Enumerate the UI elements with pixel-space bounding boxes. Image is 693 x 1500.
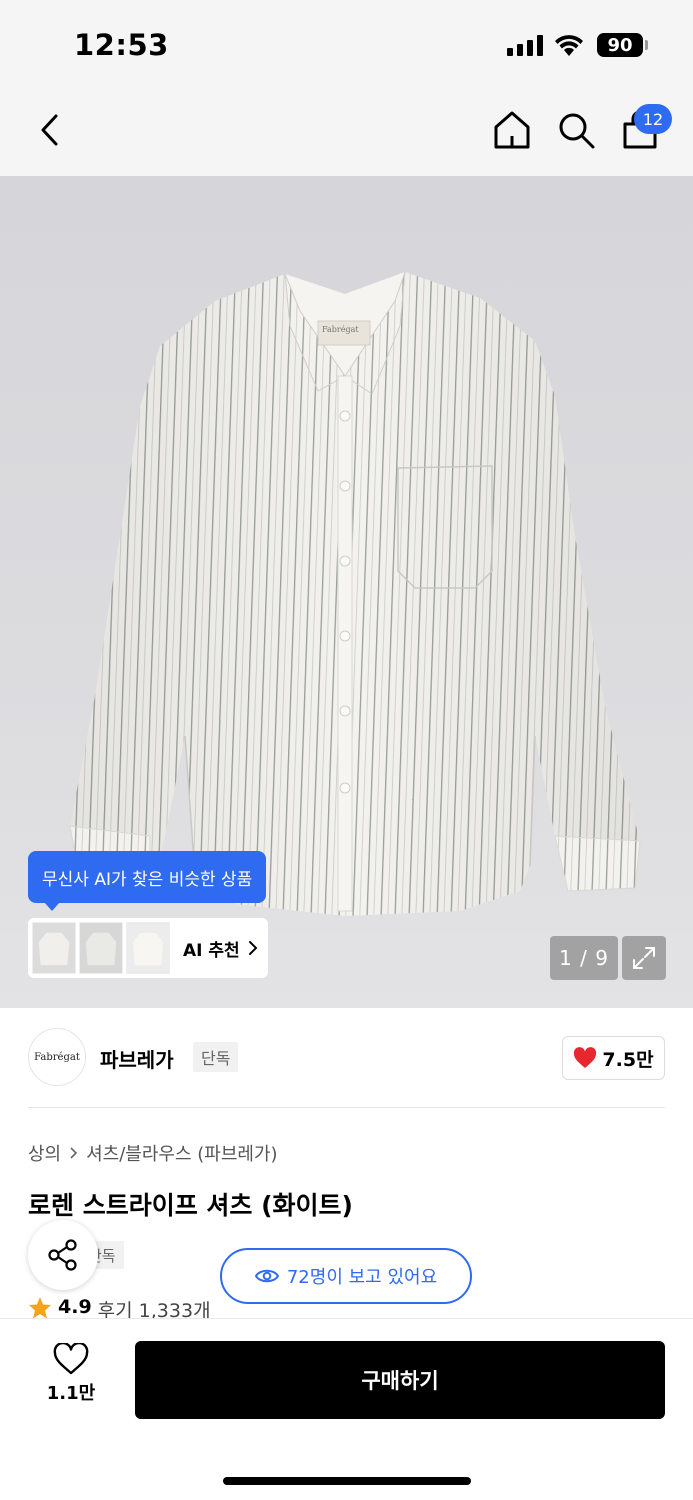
chevron-right-icon — [248, 941, 258, 955]
cellular-signal-icon — [507, 34, 543, 56]
ai-thumbnail-3[interactable] — [126, 922, 170, 974]
status-time: 12:53 — [74, 28, 169, 62]
share-icon — [48, 1239, 77, 1271]
buy-button[interactable]: 구매하기 — [135, 1341, 665, 1419]
divider — [28, 1107, 665, 1108]
wifi-icon — [555, 35, 583, 56]
viewers-text: 72명이 보고 있어요 — [286, 1267, 438, 1288]
star-icon — [29, 1297, 51, 1319]
cart-count-badge: 12 — [634, 104, 672, 134]
shirt-brand-label: Fabrégat — [322, 325, 359, 334]
expand-image-button[interactable] — [622, 936, 666, 980]
heart-icon — [53, 1343, 89, 1375]
breadcrumb-item[interactable]: 셔츠/블라우스 (파브레가) — [86, 1140, 277, 1166]
wishlist-button[interactable]: 1.1만 — [36, 1343, 106, 1423]
wishlist-count: 1.1만 — [46, 1383, 96, 1404]
search-icon[interactable] — [554, 108, 598, 152]
brand-like-button[interactable]: 7.5만 — [562, 1036, 665, 1080]
heart-icon — [574, 1047, 597, 1068]
eye-icon — [254, 1269, 279, 1283]
ai-similar-tooltip[interactable]: 무신사 AI가 찾은 비슷한 상품 — [28, 851, 267, 911]
ai-recommend-label: AI 추천 — [183, 940, 240, 961]
share-button[interactable] — [28, 1220, 98, 1290]
breadcrumb-item[interactable]: 상의 — [28, 1140, 61, 1166]
product-title: 로렌 스트라이프 셔츠 (화이트) — [28, 1191, 353, 1220]
brand-exclusive-tag: 단독 — [193, 1042, 239, 1072]
bottom-action-bar: 1.1만 구매하기 — [0, 1318, 693, 1500]
home-indicator — [223, 1477, 471, 1485]
breadcrumb: 상의 셔츠/블라우스 (파브레가) — [28, 1140, 278, 1166]
home-icon[interactable] — [490, 108, 534, 152]
brand-row: Fabrégat 파브레가 단독 7.5만 — [0, 1008, 693, 1108]
ai-thumbnail-2[interactable] — [79, 922, 123, 974]
brand-like-count: 7.5만 — [602, 1048, 654, 1071]
product-image-gallery[interactable]: Fabrégat 무신사 AI가 찾은 비슷한 상품 AI 추천 1 / 9 — [0, 176, 693, 1008]
expand-icon — [633, 947, 655, 969]
navigation-bar — [0, 90, 693, 176]
brand-name[interactable]: 파브레가 — [100, 1044, 174, 1073]
brand-logo[interactable]: Fabrégat — [28, 1028, 86, 1086]
rating-score: 4.9 — [58, 1296, 92, 1318]
viewers-notice: 72명이 보고 있어요 — [220, 1248, 472, 1304]
status-bar: 12:53 90 — [0, 0, 693, 90]
battery-tip — [645, 40, 648, 50]
image-page-indicator: 1 / 9 — [550, 936, 618, 980]
ai-thumbnail-1[interactable] — [32, 922, 76, 974]
ai-recommend-button[interactable]: AI 추천 — [28, 918, 268, 978]
chevron-right-icon — [70, 1147, 78, 1159]
back-icon[interactable] — [30, 110, 70, 150]
battery-indicator: 90 — [597, 33, 643, 57]
